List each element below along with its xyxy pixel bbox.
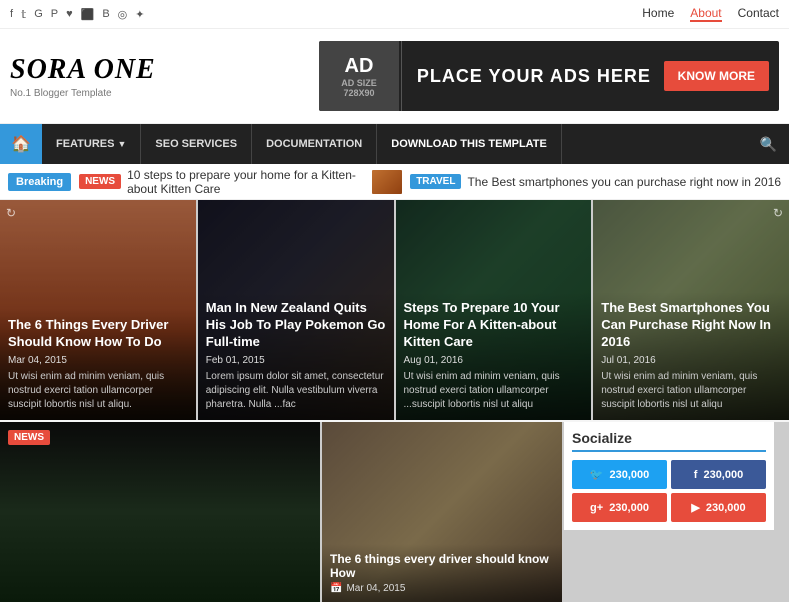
card-1-title: The 6 Things Every Driver Should Know Ho… bbox=[8, 317, 188, 351]
card-3-title: Steps To Prepare 10 Your Home For A Kitt… bbox=[404, 300, 584, 351]
socialize-panel: Socialize 🐦 230,000 f 230,000 g+ 230,000… bbox=[564, 422, 774, 602]
bottom-card-2-title: The 6 things every driver should know Ho… bbox=[330, 552, 554, 580]
top-nav: Home About Contact bbox=[642, 6, 779, 22]
gplus-count: 230,000 bbox=[609, 502, 649, 514]
nav-home[interactable]: Home bbox=[642, 6, 674, 22]
brand-title: SORA ONE bbox=[10, 54, 156, 86]
nav-about[interactable]: About bbox=[690, 6, 721, 22]
card-1[interactable]: ↻ The 6 Things Every Driver Should Know … bbox=[0, 200, 196, 420]
twitter-follow-button[interactable]: 🐦 230,000 bbox=[572, 460, 667, 489]
card-4-date: Jul 01, 2016 bbox=[601, 355, 781, 366]
heart-icon[interactable]: ♥ bbox=[66, 8, 73, 21]
inst-icon[interactable]: ◎ bbox=[118, 8, 128, 21]
card-3-excerpt: Ut wisi enim ad minim veniam, quis nostr… bbox=[404, 370, 584, 412]
gplus-icon2: g+ bbox=[590, 502, 603, 514]
nav-features[interactable]: FEATURES▼ bbox=[42, 124, 141, 164]
socialize-title: Socialize bbox=[572, 430, 766, 452]
card-4-title: The Best Smartphones You Can Purchase Ri… bbox=[601, 300, 781, 351]
facebook-count: 230,000 bbox=[703, 469, 743, 481]
ad-label: AD AD SIZE728X90 bbox=[319, 41, 399, 111]
card-1-overlay: The 6 Things Every Driver Should Know Ho… bbox=[0, 309, 196, 420]
breaking-badge: Breaking bbox=[8, 173, 71, 191]
youtube-follow-button[interactable]: ▶ 230,000 bbox=[671, 493, 766, 522]
twitter-icon[interactable]: 𝕥 bbox=[21, 8, 26, 21]
ad-main-text: PLACE YOUR ADS HERE bbox=[404, 66, 664, 87]
youtube-icon: ▶ bbox=[691, 501, 699, 514]
nav-items: FEATURES▼ SEO SERVICES DOCUMENTATION DOW… bbox=[42, 124, 748, 164]
twitter-icon: 🐦 bbox=[590, 468, 604, 481]
facebook-follow-button[interactable]: f 230,000 bbox=[671, 460, 766, 489]
breaking-text: 10 steps to prepare your home for a Kitt… bbox=[127, 168, 364, 196]
fb-icon[interactable]: f bbox=[10, 8, 13, 21]
home-nav-button[interactable]: 🏠 bbox=[0, 124, 42, 164]
youtube-count: 230,000 bbox=[706, 502, 746, 514]
rss-icon[interactable]: ⬛ bbox=[81, 8, 95, 21]
nav-seo[interactable]: SEO SERVICES bbox=[141, 124, 252, 164]
header: SORA ONE No.1 Blogger Template AD AD SIZ… bbox=[0, 29, 789, 124]
socialize-content: Socialize 🐦 230,000 f 230,000 g+ 230,000… bbox=[564, 422, 774, 530]
bottom-news-badge: NEWS bbox=[8, 430, 50, 445]
ad-label-text: AD bbox=[333, 55, 385, 78]
nav-bar: 🏠 FEATURES▼ SEO SERVICES DOCUMENTATION D… bbox=[0, 124, 789, 164]
travel-badge: TRAVEL bbox=[410, 174, 461, 189]
card-4-overlay: The Best Smartphones You Can Purchase Ri… bbox=[593, 292, 789, 420]
bottom-card-1[interactable]: NEWS bbox=[0, 422, 320, 602]
featured-grid: ↻ The 6 Things Every Driver Should Know … bbox=[0, 200, 789, 420]
card-3[interactable]: Steps To Prepare 10 Your Home For A Kitt… bbox=[396, 200, 592, 420]
search-button[interactable]: 🔍 bbox=[748, 136, 789, 153]
nav-documentation[interactable]: DOCUMENTATION bbox=[252, 124, 377, 164]
bottom-section: NEWS The 6 things every driver should kn… bbox=[0, 422, 789, 602]
card-4-excerpt: Ut wisi enim ad minim veniam, quis nostr… bbox=[601, 370, 781, 412]
facebook-icon: f bbox=[694, 469, 698, 481]
ad-banner: AD AD SIZE728X90 PLACE YOUR ADS HERE KNO… bbox=[319, 41, 779, 111]
card-2-date: Feb 01, 2015 bbox=[206, 355, 386, 366]
gplus-follow-button[interactable]: g+ 230,000 bbox=[572, 493, 667, 522]
social-grid: 🐦 230,000 f 230,000 g+ 230,000 ▶ 230,000 bbox=[572, 460, 766, 522]
top-bar: f 𝕥 G P ♥ ⬛ B ◎ ✦ Home About Contact bbox=[0, 0, 789, 29]
card-3-date: Aug 01, 2016 bbox=[404, 355, 584, 366]
know-more-button[interactable]: KNOW MORE bbox=[664, 61, 769, 91]
card-2[interactable]: Man In New Zealand Quits His Job To Play… bbox=[198, 200, 394, 420]
news-badge: NEWS bbox=[79, 174, 121, 189]
card-2-excerpt: Lorem ipsum dolor sit amet, consectetur … bbox=[206, 370, 386, 412]
refresh-icon-4: ↻ bbox=[773, 206, 783, 220]
be-icon[interactable]: B bbox=[102, 8, 109, 21]
breaking-text2: The Best smartphones you can purchase ri… bbox=[467, 175, 781, 189]
pinterest-icon[interactable]: P bbox=[51, 8, 58, 21]
card-3-overlay: Steps To Prepare 10 Your Home For A Kitt… bbox=[396, 292, 592, 420]
card-1-date: Mar 04, 2015 bbox=[8, 355, 188, 366]
gplus-icon[interactable]: G bbox=[34, 8, 43, 21]
card-2-title: Man In New Zealand Quits His Job To Play… bbox=[206, 300, 386, 351]
brand-sub: No.1 Blogger Template bbox=[10, 88, 156, 99]
ad-size-text: AD SIZE728X90 bbox=[333, 78, 385, 98]
breaking-thumb bbox=[372, 170, 402, 194]
star-icon[interactable]: ✦ bbox=[135, 8, 144, 21]
twitter-count: 230,000 bbox=[609, 469, 649, 481]
card-2-overlay: Man In New Zealand Quits His Job To Play… bbox=[198, 292, 394, 420]
card-4[interactable]: ↻ The Best Smartphones You Can Purchase … bbox=[593, 200, 789, 420]
card-1-excerpt: Ut wisi enim ad minim veniam, quis nostr… bbox=[8, 370, 188, 412]
nav-download[interactable]: DOWNLOAD THIS TEMPLATE bbox=[377, 124, 562, 164]
bottom-card-2[interactable]: The 6 things every driver should know Ho… bbox=[322, 422, 562, 602]
brand: SORA ONE No.1 Blogger Template bbox=[10, 54, 156, 99]
bottom-card-2-date: 📅 Mar 04, 2015 bbox=[330, 583, 554, 594]
nav-contact[interactable]: Contact bbox=[738, 6, 779, 22]
social-icons: f 𝕥 G P ♥ ⬛ B ◎ ✦ bbox=[10, 8, 145, 21]
breaking-bar: Breaking NEWS 10 steps to prepare your h… bbox=[0, 164, 789, 200]
refresh-icon-1: ↻ bbox=[6, 206, 16, 220]
